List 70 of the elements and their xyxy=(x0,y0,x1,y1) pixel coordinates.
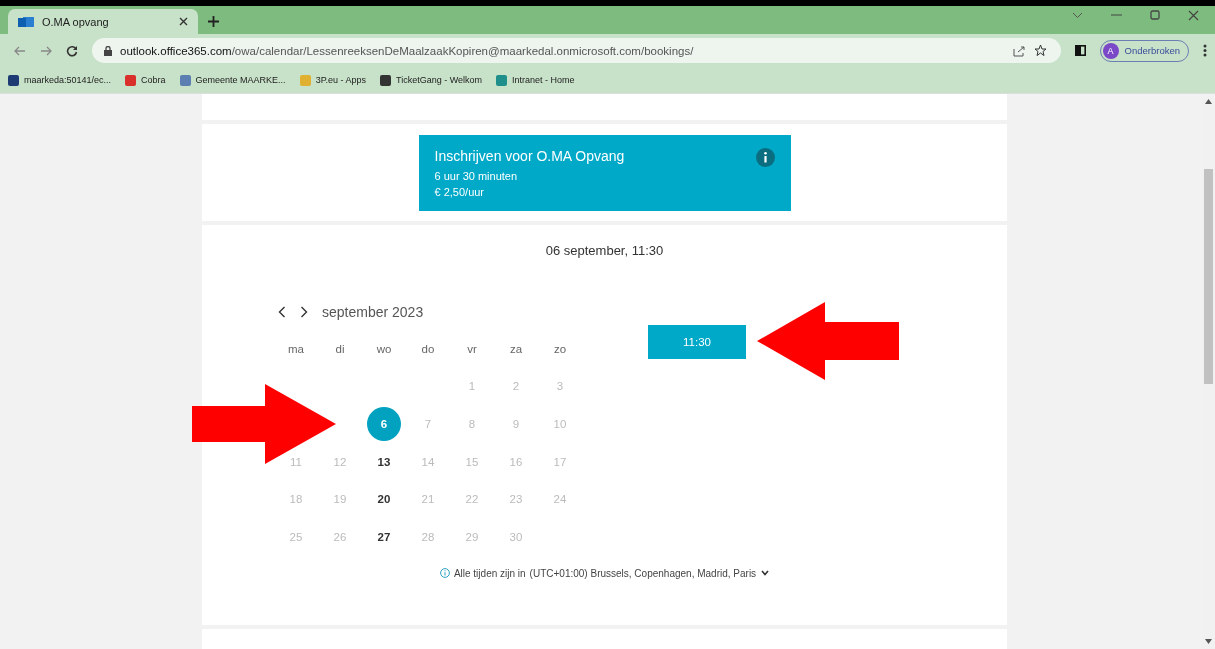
scroll-up-icon[interactable] xyxy=(1205,99,1212,104)
info-icon xyxy=(439,568,450,579)
calendar-day: 22 xyxy=(455,482,489,517)
timezone-dropdown[interactable]: (UTC+01:00) Brussels, Copenhagen, Madrid, Paris xyxy=(529,567,770,579)
service-price: € 2,50/uur xyxy=(434,184,486,200)
calendar-day: 15 xyxy=(455,444,489,479)
restore-icon[interactable] xyxy=(1150,10,1160,20)
side-panel-icon[interactable] xyxy=(1074,45,1086,56)
calendar-day[interactable]: 27 xyxy=(367,519,401,554)
info-icon[interactable] xyxy=(755,147,775,167)
calendar-day: 29 xyxy=(455,519,489,554)
service-title: Inschrijven voor O.MA Opvang xyxy=(434,147,625,164)
weekday-label: di xyxy=(334,341,346,357)
month-label: september 2023 xyxy=(322,304,424,320)
browser-tab[interactable]: O.MA opvang xyxy=(8,9,198,34)
calendar-day: 2 xyxy=(499,369,533,404)
bookmark[interactable]: TicketGang - Welkom xyxy=(380,74,483,86)
profile-button[interactable]: A Onderbroken xyxy=(1099,39,1189,62)
previous-month-icon[interactable] xyxy=(278,306,286,318)
weekday-label: ma xyxy=(287,341,305,357)
calendar-day: 28 xyxy=(411,519,445,554)
calendar-day: 12 xyxy=(323,444,357,479)
calendar-day: 30 xyxy=(499,519,533,554)
mail-icon xyxy=(18,14,34,29)
forward-icon[interactable] xyxy=(40,45,52,56)
next-month-icon[interactable] xyxy=(300,306,308,318)
calendar-day: 10 xyxy=(543,407,577,441)
reload-icon[interactable] xyxy=(66,44,78,57)
bookmark[interactable]: maarkeda:50141/ec... xyxy=(8,74,112,86)
bookmark[interactable]: Intranet - Home xyxy=(496,74,575,86)
new-tab-icon[interactable] xyxy=(208,16,219,27)
bookmark[interactable]: 3P.eu - Apps xyxy=(299,74,366,86)
calendar-day: 9 xyxy=(499,407,533,441)
calendar-day[interactable]: 20 xyxy=(367,482,401,517)
bookmark[interactable]: Gemeente MAARKE... xyxy=(179,74,286,86)
chevron-down-icon[interactable] xyxy=(761,570,770,577)
calendar-day: 18 xyxy=(279,482,313,517)
calendar-day: 16 xyxy=(499,444,533,479)
menu-icon[interactable] xyxy=(1203,44,1207,57)
weekday-label: wo xyxy=(375,341,393,357)
selected-date: 06 september, 11:30 xyxy=(544,243,665,258)
calendar-day: 11 xyxy=(279,444,313,479)
scroll-down-icon[interactable] xyxy=(1205,639,1212,644)
timezone-label: Alle tijden zijn in xyxy=(453,567,526,579)
calendar-day[interactable]: 13 xyxy=(367,444,401,479)
service-duration: 6 uur 30 minuten xyxy=(434,168,519,184)
calendar-day: 3 xyxy=(543,369,577,404)
back-icon[interactable] xyxy=(14,45,26,56)
calendar-day: 26 xyxy=(323,519,357,554)
calendar-day: 24 xyxy=(543,482,577,517)
bookmark[interactable]: Cobra xyxy=(125,74,166,86)
calendar-day: 19 xyxy=(323,482,357,517)
share-icon[interactable] xyxy=(1012,44,1026,57)
calendar-day: 7 xyxy=(411,407,445,441)
weekday-label: vr xyxy=(466,341,478,357)
calendar-day: 21 xyxy=(411,482,445,517)
calendar-day: 25 xyxy=(279,519,313,554)
calendar-day: 1 xyxy=(455,369,489,404)
close-icon[interactable] xyxy=(179,17,188,26)
calendar-day: 8 xyxy=(455,407,489,441)
calendar-day: 23 xyxy=(499,482,533,517)
calendar-day: 17 xyxy=(543,444,577,479)
weekday-label: do xyxy=(420,341,436,357)
weekday-label: za xyxy=(508,341,524,357)
lock-icon xyxy=(104,45,112,56)
calendar-day: 14 xyxy=(411,444,445,479)
address-field[interactable]: outlook.office365.com/owa/calendar/LessenreeksenDeMaalzaakKopiren@maarkedal.onmicrosoft.com/bookings/ xyxy=(92,38,1061,63)
weekday-label: zo xyxy=(552,341,568,357)
close-icon[interactable] xyxy=(1188,9,1199,21)
star-icon[interactable] xyxy=(1033,44,1047,57)
